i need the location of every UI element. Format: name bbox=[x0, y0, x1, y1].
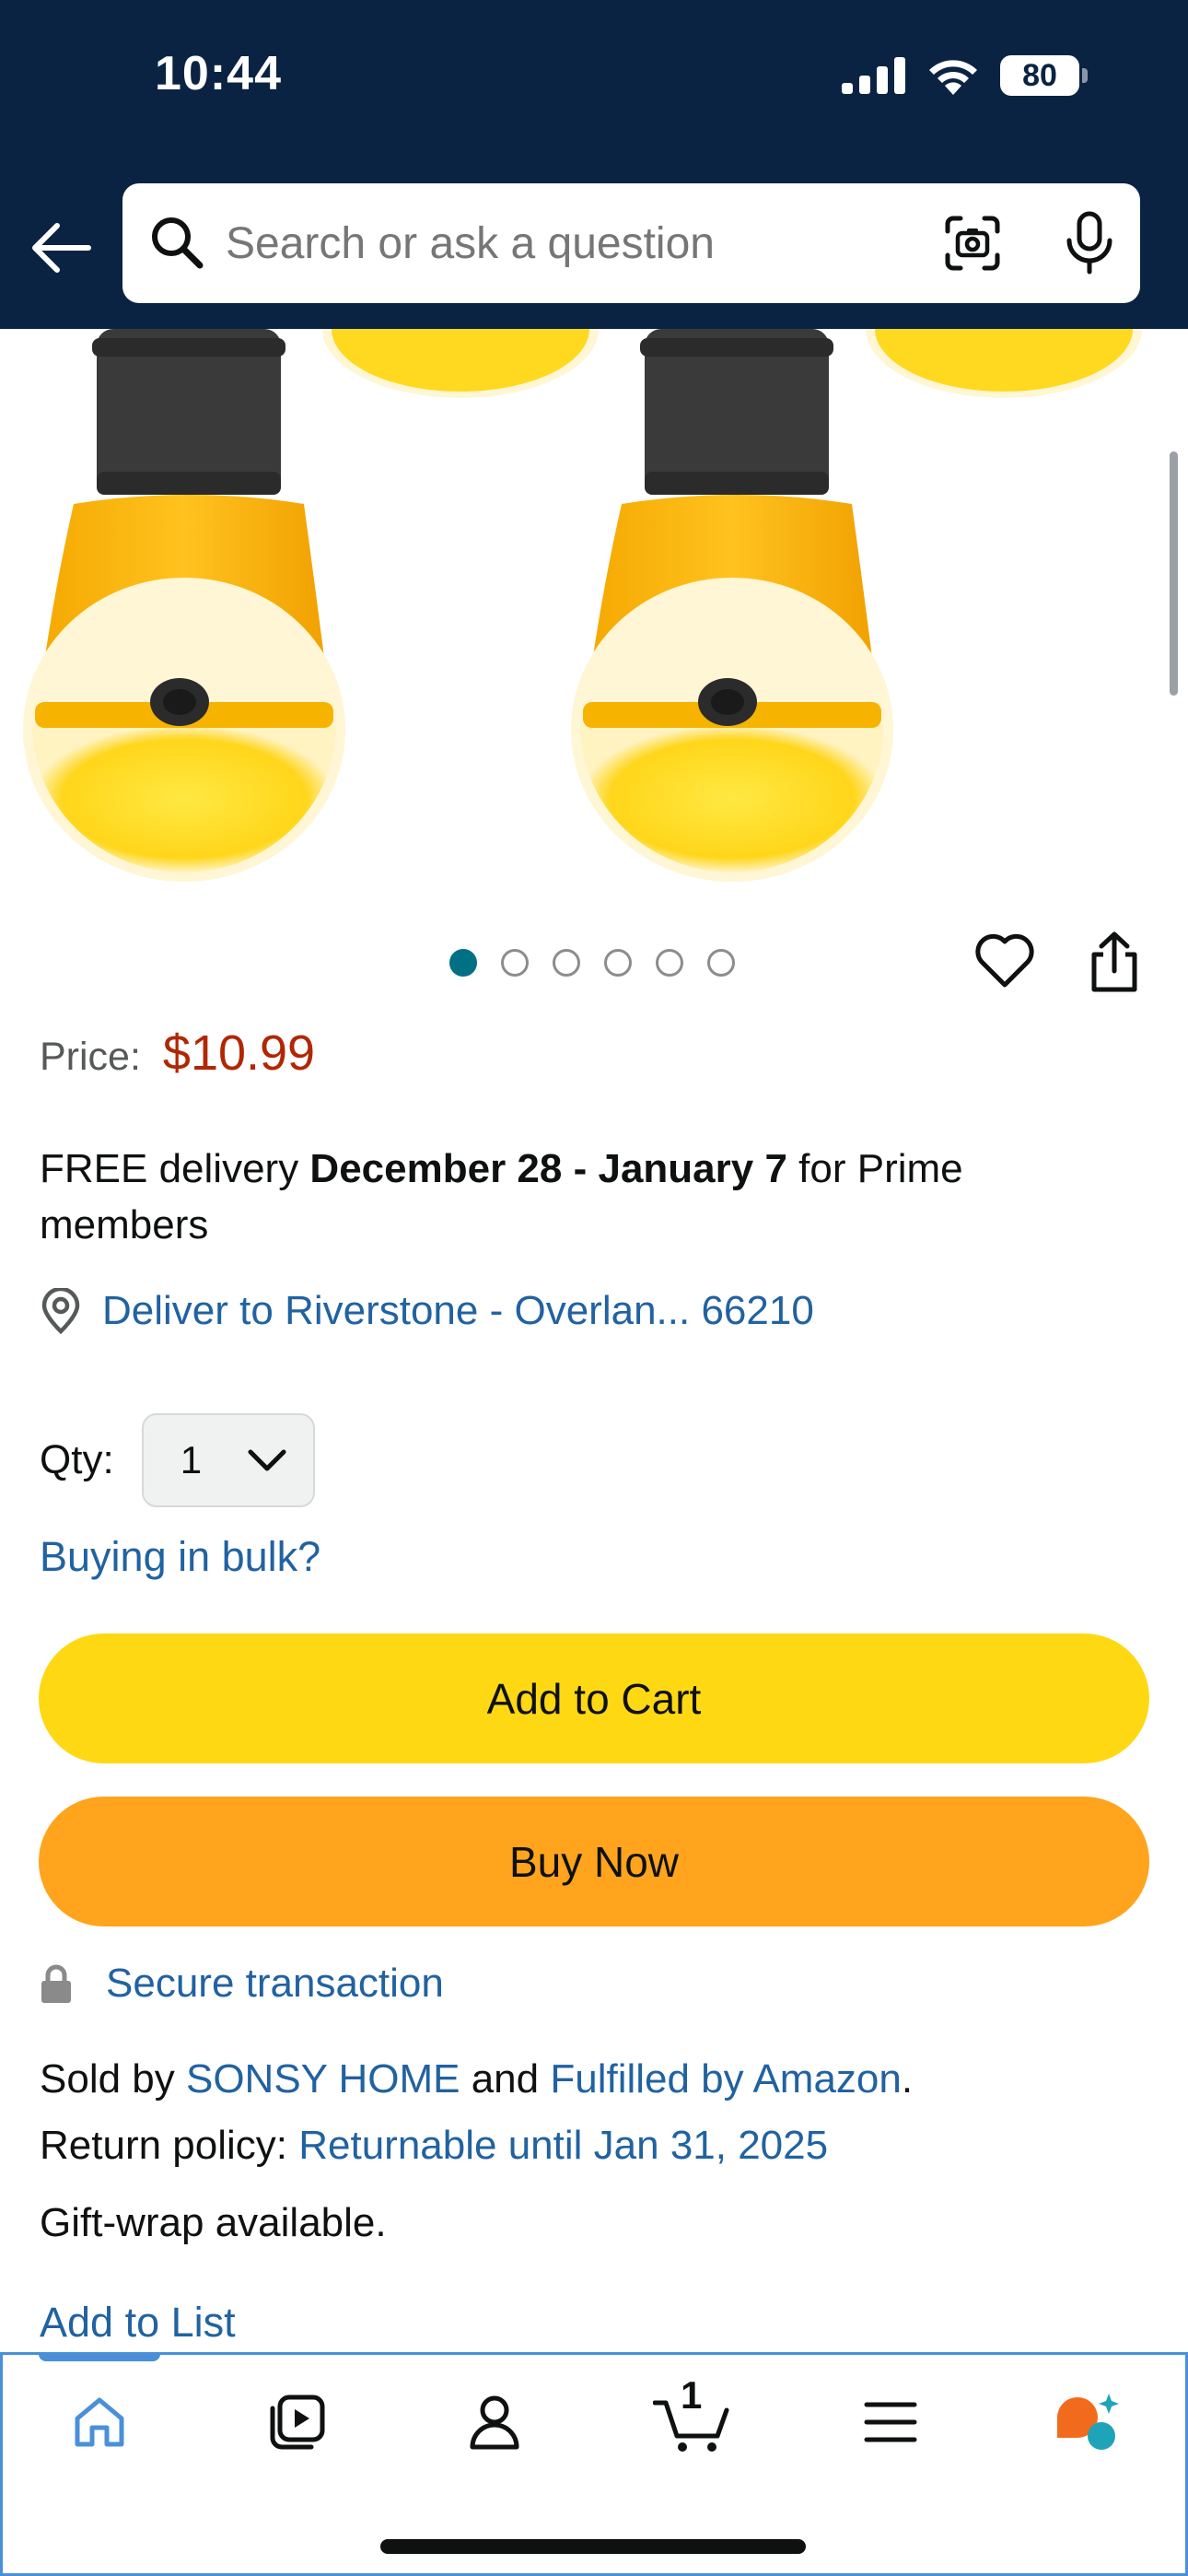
chevron-down-icon bbox=[248, 1449, 286, 1471]
heart-icon bbox=[975, 933, 1034, 988]
return-policy: Return policy: Returnable until Jan 31, … bbox=[40, 2123, 828, 2169]
person-icon bbox=[470, 2395, 519, 2450]
return-policy-label: Return policy: bbox=[40, 2123, 299, 2168]
carousel-dot-6[interactable] bbox=[707, 949, 735, 977]
back-button[interactable] bbox=[28, 215, 94, 281]
quantity-dropdown[interactable]: 1 bbox=[141, 1413, 315, 1507]
tab-account[interactable] bbox=[453, 2381, 536, 2464]
sold-by-info: Sold by SONSY HOME and Fulfilled by Amaz… bbox=[40, 2056, 913, 2102]
secure-transaction[interactable]: Secure transaction bbox=[40, 1961, 444, 2007]
price-value: $10.99 bbox=[162, 1025, 316, 1081]
quantity-value: 1 bbox=[180, 1438, 203, 1481]
quantity-row: Qty: 1 bbox=[40, 1413, 315, 1507]
search-bar[interactable] bbox=[122, 183, 1140, 303]
quantity-label: Qty: bbox=[40, 1437, 114, 1482]
wishlist-button[interactable] bbox=[974, 932, 1035, 994]
rufus-chat-icon bbox=[1057, 2394, 1119, 2450]
home-indicator[interactable] bbox=[380, 2539, 806, 2554]
buying-in-bulk-link[interactable]: Buying in bulk? bbox=[40, 1533, 320, 1581]
carousel-dot-5[interactable] bbox=[656, 949, 683, 977]
scroll-indicator[interactable] bbox=[1170, 451, 1178, 696]
carousel-dot-3[interactable] bbox=[553, 949, 580, 977]
sold-by-middle: and bbox=[460, 2056, 551, 2102]
battery-icon: 80 bbox=[1000, 55, 1088, 96]
sold-by-prefix: Sold by bbox=[40, 2056, 186, 2102]
wifi-icon bbox=[929, 60, 977, 95]
tab-home[interactable] bbox=[58, 2381, 141, 2464]
tab-rufus-assistant[interactable] bbox=[1047, 2381, 1130, 2464]
home-icon bbox=[75, 2397, 124, 2447]
search-icon bbox=[152, 217, 204, 269]
lantern-bulb-left bbox=[23, 329, 345, 882]
fulfilled-by-amazon-link[interactable]: Fulfilled by Amazon bbox=[550, 2056, 902, 2102]
seller-link[interactable]: SONSY HOME bbox=[186, 2056, 460, 2102]
deliver-to-link[interactable]: Deliver to Riverstone - Overlan... 66210 bbox=[102, 1288, 814, 1334]
deliver-to-location[interactable]: Deliver to Riverstone - Overlan... 66210 bbox=[40, 1288, 814, 1334]
buy-now-button[interactable]: Buy Now bbox=[39, 1797, 1149, 1926]
return-policy-link[interactable]: Returnable until Jan 31, 2025 bbox=[298, 2123, 828, 2168]
arrow-left-icon bbox=[32, 223, 91, 273]
gift-wrap-info: Gift-wrap available. bbox=[40, 2200, 387, 2245]
tab-menu[interactable] bbox=[849, 2381, 932, 2464]
carousel-dot-4[interactable] bbox=[604, 949, 632, 977]
price-row: Price: $10.99 bbox=[40, 1025, 315, 1082]
tab-cart[interactable]: 1 bbox=[651, 2373, 734, 2464]
lock-icon bbox=[41, 1964, 71, 2003]
lantern-bulb-right bbox=[571, 329, 893, 882]
cart-count-badge: 1 bbox=[681, 2373, 703, 2417]
price-label: Price: bbox=[40, 1035, 141, 1079]
video-icon bbox=[270, 2395, 325, 2450]
image-carousel-dots[interactable] bbox=[449, 949, 735, 977]
status-time: 10:44 bbox=[155, 47, 282, 100]
carousel-dot-1[interactable] bbox=[449, 949, 477, 977]
menu-hamburger-icon bbox=[864, 2402, 917, 2442]
status-icons: 80 bbox=[842, 55, 1088, 96]
product-image[interactable] bbox=[0, 329, 1188, 900]
delivery-dates: December 28 - January 7 bbox=[309, 1146, 787, 1191]
add-to-list-link[interactable]: Add to List bbox=[40, 2299, 236, 2347]
share-icon bbox=[1091, 931, 1137, 992]
microphone-icon[interactable] bbox=[1064, 211, 1115, 275]
battery-tip bbox=[1082, 68, 1088, 83]
tab-video[interactable] bbox=[255, 2381, 338, 2464]
carousel-dot-2[interactable] bbox=[501, 949, 529, 977]
add-to-cart-button[interactable]: Add to Cart bbox=[39, 1633, 1149, 1763]
active-tab-indicator bbox=[39, 2352, 160, 2361]
app-header: 10:44 80 bbox=[0, 0, 1188, 329]
share-button[interactable] bbox=[1087, 931, 1142, 998]
delivery-prefix: FREE delivery bbox=[40, 1146, 310, 1191]
sold-by-suffix: . bbox=[901, 2056, 914, 2102]
battery-level: 80 bbox=[1022, 57, 1057, 93]
cellular-signal-icon bbox=[842, 57, 905, 94]
camera-scan-icon[interactable] bbox=[944, 215, 1001, 272]
product-photo-lantern-bulbs bbox=[23, 329, 1142, 882]
search-input[interactable] bbox=[226, 183, 981, 303]
delivery-info: FREE delivery December 28 - January 7 fo… bbox=[40, 1141, 1126, 1253]
location-pin-icon bbox=[41, 1288, 80, 1334]
secure-transaction-link[interactable]: Secure transaction bbox=[106, 1961, 444, 2007]
